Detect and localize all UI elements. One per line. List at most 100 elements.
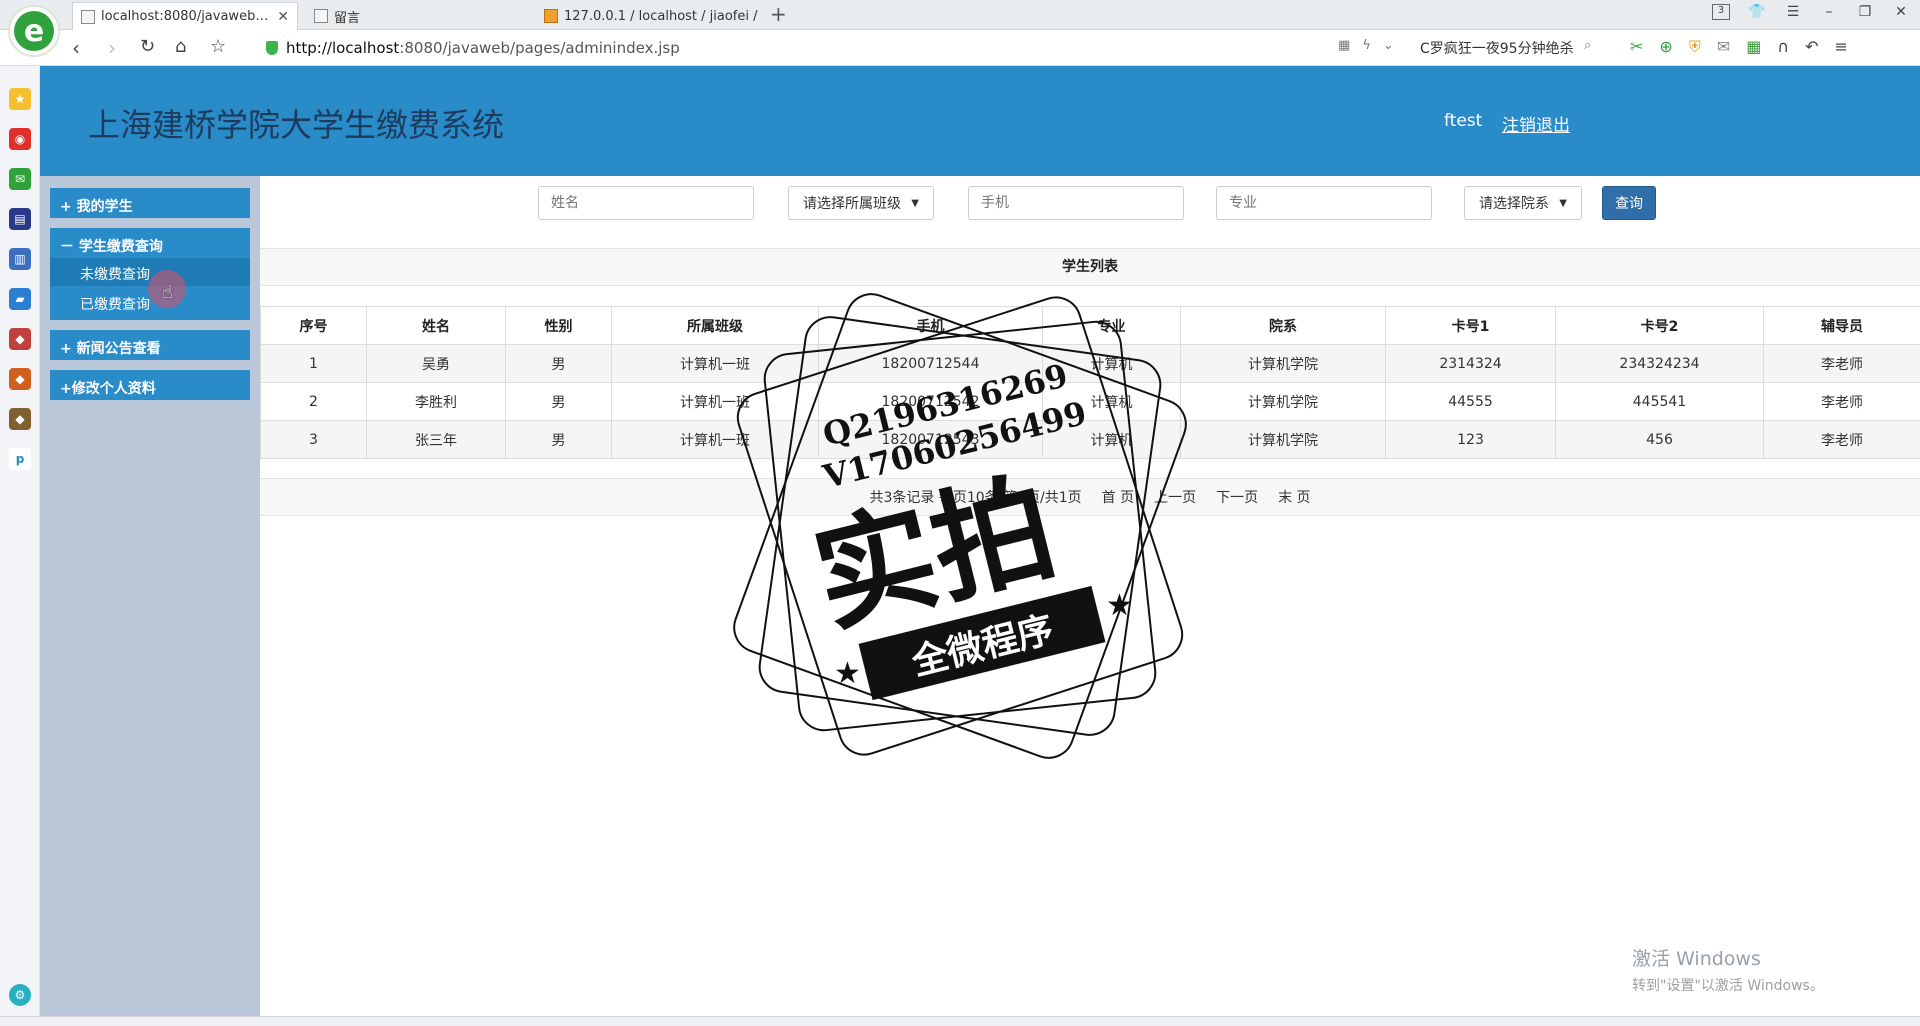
page-title: 上海建桥学院大学生缴费系统 <box>88 106 505 144</box>
chevron-down-icon[interactable]: ⌄ <box>1383 38 1394 53</box>
cell-name: 张三年 <box>366 420 506 459</box>
scissors-icon[interactable]: ✂ <box>1630 37 1643 57</box>
cell-gender: 男 <box>505 382 612 421</box>
sidebar-item-my-students[interactable]: + 我的学生 <box>50 188 250 218</box>
next-page-link[interactable]: 下一页 <box>1216 487 1258 507</box>
cell-class: 计算机一班 <box>611 382 819 421</box>
name-search-input[interactable] <box>538 186 754 220</box>
window-controls: 3 👕 ☰ – ❐ ✕ <box>1712 4 1910 20</box>
col-header-index: 序号 <box>260 306 367 345</box>
cell-index: 2 <box>260 382 367 421</box>
page-favicon-icon <box>81 9 95 24</box>
query-button[interactable]: 查询 <box>1602 186 1656 220</box>
game-icon-3[interactable]: ◆ <box>9 408 31 430</box>
tab-count-badge[interactable]: 3 <box>1712 4 1730 20</box>
first-page-link[interactable]: 首 页 <box>1102 487 1134 507</box>
table-row: 2 李胜利 男 计算机一班 18200712542 计算机 计算机学院 4455… <box>260 382 1920 421</box>
menu-lines-icon[interactable]: ≡ <box>1834 37 1847 57</box>
prev-page-link[interactable]: 上一页 <box>1154 487 1196 507</box>
back-icon[interactable]: ‹ <box>72 36 80 60</box>
lightning-icon[interactable]: ϟ <box>1362 38 1371 53</box>
reload-icon[interactable]: ↻ <box>140 36 155 57</box>
col-header-gender: 性别 <box>505 306 612 345</box>
department-select[interactable]: 请选择院系 ▼ <box>1464 186 1582 220</box>
search-icon[interactable]: ⌕ <box>1584 38 1591 53</box>
major-search-input[interactable] <box>1216 186 1432 220</box>
headphones-icon[interactable]: ∩ <box>1777 37 1789 57</box>
last-page-link[interactable]: 末 页 <box>1278 487 1310 507</box>
sidebar-item-profile[interactable]: +修改个人资料 <box>50 370 250 400</box>
cell-gender: 男 <box>505 344 612 383</box>
restore-icon[interactable]: ❐ <box>1856 4 1874 20</box>
favorites-star-icon[interactable]: ★ <box>9 88 31 110</box>
tab-message[interactable]: 留言 <box>306 2 526 30</box>
weibo-icon[interactable]: ◉ <box>9 128 31 150</box>
activation-title: 激活 Windows <box>1632 948 1761 970</box>
url-field[interactable]: http://localhost:8080/javaweb/pages/admi… <box>266 36 680 60</box>
class-select[interactable]: 请选择所属班级 ▼ <box>788 186 934 220</box>
mail-ext-icon[interactable]: ✉ <box>1717 37 1730 57</box>
game-icon-2[interactable]: ◆ <box>9 368 31 390</box>
table-header-row: 序号 姓名 性别 所属班级 手机 专业 院系 卡号1 卡号2 辅导员 <box>260 306 1920 345</box>
settings-gear-icon[interactable]: ⚙ <box>9 984 31 1006</box>
doc-icon[interactable]: ▥ <box>9 248 31 270</box>
cell-major: 计算机 <box>1042 344 1181 383</box>
cell-counselor: 李老师 <box>1763 382 1920 421</box>
shield-ext-icon[interactable]: ⛨ <box>1689 37 1701 57</box>
sidebar: + 我的学生 － 学生缴费查询 未缴费查询 已缴费查询 ☝ + 新闻公告查看 +… <box>40 176 260 1016</box>
cell-card1: 123 <box>1385 420 1556 459</box>
minimize-icon[interactable]: – <box>1820 4 1838 20</box>
sidebar-item-news[interactable]: + 新闻公告查看 <box>50 330 250 360</box>
tab-title: 127.0.0.1 / localhost / jiaofei / <box>564 8 758 24</box>
close-window-icon[interactable]: ✕ <box>1892 4 1910 20</box>
bookmark-star-icon[interactable]: ☆ <box>210 36 226 57</box>
logout-link[interactable]: 注销退出 <box>1502 111 1570 136</box>
cell-department: 计算机学院 <box>1180 382 1386 421</box>
col-header-card2: 卡号2 <box>1555 306 1764 345</box>
col-header-class: 所属班级 <box>611 306 819 345</box>
dropdown-arrow-icon: ▼ <box>1559 197 1567 209</box>
cell-class: 计算机一班 <box>611 344 819 383</box>
home-icon[interactable]: ⌂ <box>175 36 186 57</box>
cell-card2: 234324234 <box>1555 344 1764 383</box>
cell-phone: 18200712542 <box>818 382 1043 421</box>
search-suggestion[interactable]: C罗疯狂一夜95分钟绝杀 <box>1420 38 1574 58</box>
close-tab-icon[interactable]: ✕ <box>277 9 289 25</box>
mail-icon[interactable]: ✉ <box>9 168 31 190</box>
col-header-card1: 卡号1 <box>1385 306 1556 345</box>
new-tab-button[interactable]: + <box>770 2 787 26</box>
skin-icon[interactable]: 👕 <box>1748 4 1766 20</box>
cell-index: 1 <box>260 344 367 383</box>
apps-grid-icon[interactable]: ▦ <box>1746 37 1761 57</box>
translate-icon[interactable]: ⊕ <box>1659 37 1672 57</box>
menu-icon[interactable]: ☰ <box>1784 4 1802 20</box>
col-header-phone: 手机 <box>818 306 1043 345</box>
chat-icon[interactable]: ▰ <box>9 288 31 310</box>
address-bar: ‹ › ↻ ⌂ ☆ http://localhost:8080/javaweb/… <box>0 30 1920 66</box>
main-content: 请选择所属班级 ▼ 请选择院系 ▼ 查询 学生列表 序号 姓名 性别 所属班级 … <box>260 176 1920 1016</box>
tab-title: localhost:8080/javaweb/pages/ <box>101 9 269 24</box>
pagination-summary: 共3条记录 每页10条 第1页/共1页 <box>869 490 1082 506</box>
table-row: 1 吴勇 男 计算机一班 18200712544 计算机 计算机学院 23143… <box>260 344 1920 383</box>
col-header-name: 姓名 <box>366 306 506 345</box>
tab-phpmyadmin[interactable]: 127.0.0.1 / localhost / jiaofei / <box>536 2 766 30</box>
forward-icon[interactable]: › <box>108 36 116 60</box>
news-icon[interactable]: ▤ <box>9 208 31 230</box>
game-icon-1[interactable]: ◆ <box>9 328 31 350</box>
cell-class: 计算机一班 <box>611 420 819 459</box>
p-app-icon[interactable]: p <box>9 448 31 470</box>
dropdown-arrow-icon: ▼ <box>911 197 919 209</box>
browser-logo[interactable]: e <box>8 5 60 57</box>
tab-title: 留言 <box>334 10 361 26</box>
windows-activation-notice: 激活 Windows 转到"设置"以激活 Windows。 <box>1632 944 1824 995</box>
cell-major: 计算机 <box>1042 420 1181 459</box>
tab-adminindex[interactable]: localhost:8080/javaweb/pages/ ✕ <box>72 2 298 30</box>
department-select-label: 请选择院系 <box>1479 196 1549 212</box>
phone-search-input[interactable] <box>968 186 1184 220</box>
sidebar-item-fee-query[interactable]: － 学生缴费查询 <box>60 236 163 256</box>
cell-counselor: 李老师 <box>1763 344 1920 383</box>
col-header-department: 院系 <box>1180 306 1386 345</box>
undo-icon[interactable]: ↶ <box>1805 37 1818 57</box>
cell-phone: 18200712543 <box>818 420 1043 459</box>
qr-icon[interactable]: ▦ <box>1338 38 1350 53</box>
